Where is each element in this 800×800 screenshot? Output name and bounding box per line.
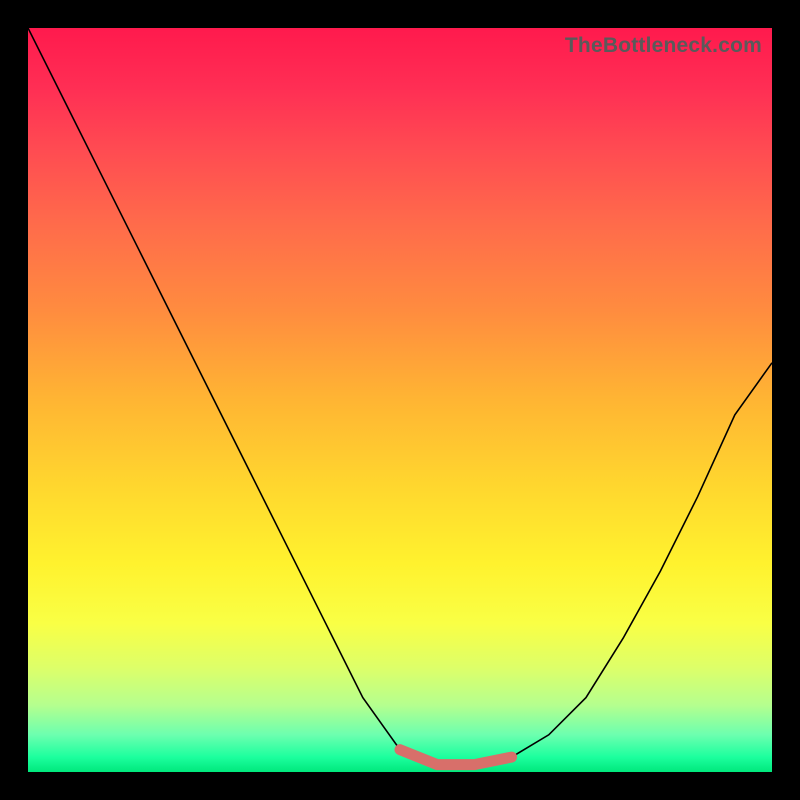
bottleneck-curve xyxy=(28,28,772,772)
chart-frame: TheBottleneck.com xyxy=(0,0,800,800)
plot-area: TheBottleneck.com xyxy=(28,28,772,772)
